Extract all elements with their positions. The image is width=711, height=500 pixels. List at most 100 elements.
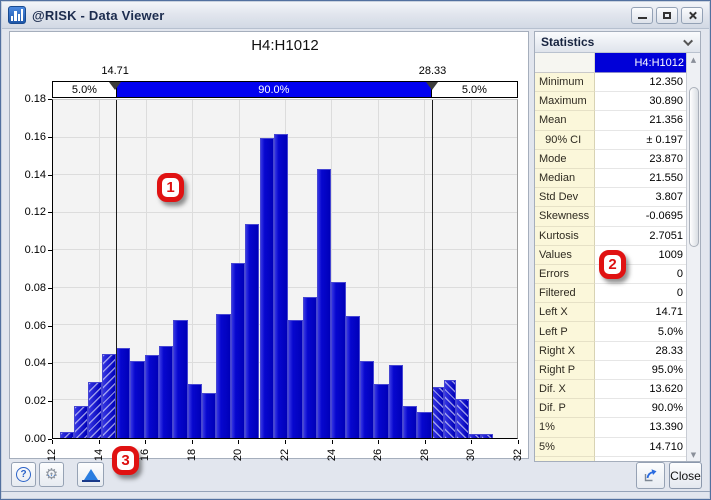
delimiter-value-label: 14.71 [101,65,129,77]
close-button-label: Close [670,469,701,483]
histogram-bar [360,361,374,438]
histogram-bar [456,399,468,438]
chevron-down-icon [683,36,693,46]
delimiter-handle-icon[interactable] [426,82,438,90]
minimize-button[interactable] [631,7,653,24]
stat-value: -0.0695 [595,207,688,226]
histogram-bar [74,406,88,438]
plot-area [52,99,518,439]
stats-row: Kurtosis2.7051 [535,227,688,246]
stat-label: 5% [535,438,595,457]
x-tick-label: 16 [139,449,151,461]
stat-value: 2.7051 [595,227,688,246]
stat-label: Median [535,169,595,188]
maximize-icon [663,12,671,19]
stat-label: Filtered [535,284,595,303]
minimize-icon [638,17,647,19]
stats-row: Mode23.870 [535,150,688,169]
x-tick-label: 20 [232,449,244,461]
stat-label: 10% [535,457,595,461]
histogram-bar [288,320,302,438]
histogram-bar [116,348,130,438]
histogram-bar [317,169,331,438]
histogram-bar [102,354,116,439]
app-histogram-icon [8,6,26,24]
histogram-bar [331,282,345,438]
stat-value: 28.33 [595,342,688,361]
y-axis-labels: 0.000.020.040.060.080.100.120.140.160.18 [10,99,48,439]
stats-row: 90% CI± 0.197 [535,131,688,150]
stat-value: 14.71 [595,303,688,322]
stats-row: Dif. P90.0% [535,399,688,418]
stat-value: 13.390 [595,418,688,437]
scroll-up-icon[interactable]: ▲ [687,53,700,66]
stat-label: 1% [535,418,595,437]
x-tick-label: 28 [419,449,431,461]
y-tick-label: 0.10 [25,244,46,256]
stat-label: Errors [535,265,595,284]
stat-value: 95.0% [595,361,688,380]
close-window-button[interactable] [681,7,703,24]
maximize-button[interactable] [656,7,678,24]
stat-label: Right P [535,361,595,380]
histogram-bar [403,406,417,438]
histogram-bar [303,297,317,438]
statistics-dropdown-label: Statistics [541,35,594,49]
histogram-bar [60,432,74,438]
distribution-icon [82,468,100,482]
stats-row: Left X14.71 [535,303,688,322]
stat-value: 90.0% [595,399,688,418]
distribution-chart-button[interactable] [77,462,104,487]
stats-scrollbar[interactable]: ▲ ▼ [686,53,700,461]
x-tick-label: 14 [93,449,105,461]
histogram-bar [159,346,173,438]
y-tick-label: 0.00 [25,433,46,445]
stat-value: 21.550 [595,169,688,188]
histogram-bar [216,314,230,438]
y-tick-label: 0.04 [25,357,46,369]
stat-value: 23.870 [595,150,688,169]
y-tick-label: 0.16 [25,131,46,143]
stat-label: Minimum [535,73,595,92]
delimiter-line[interactable] [432,100,433,438]
histogram-bar [469,434,481,438]
statistics-dropdown[interactable]: Statistics [535,32,700,53]
histogram-bar [481,434,493,438]
delimiter-handle-icon[interactable] [109,82,121,90]
histogram-bar [346,316,360,438]
stats-row: Filtered0 [535,284,688,303]
histogram-bar [374,384,388,438]
stats-row: Left P5.0% [535,322,688,341]
probability-band: 5.0% [432,82,517,97]
export-icon [642,467,659,484]
stats-row: Skewness-0.0695 [535,207,688,226]
risk-data-viewer-window: @RISK - Data Viewer H4:H1012 5.0%90.0%5.… [0,0,711,500]
stat-label: 90% CI [535,131,595,150]
histogram-bar [260,138,274,438]
gear-icon: ⚙... [45,467,58,482]
probability-band-bar: 5.0%90.0%5.0% [52,81,518,98]
stat-value: 16.030 [595,457,688,461]
stat-value: 14.710 [595,438,688,457]
export-button[interactable] [636,462,665,489]
stat-value: 30.890 [595,92,688,111]
x-tick-label: 26 [372,449,384,461]
scroll-down-icon[interactable]: ▼ [687,448,700,461]
settings-button[interactable]: ⚙... [39,462,64,487]
histogram-bar [145,355,159,438]
y-tick-label: 0.14 [25,169,46,181]
histogram-bar [202,393,216,438]
stats-row: Std Dev3.807 [535,188,688,207]
scrollbar-thumb[interactable] [689,87,699,247]
stats-column-header: H4:H1012 [595,53,688,73]
close-button[interactable]: Close [669,462,702,489]
help-icon: ? [16,467,31,482]
histogram-bar [444,380,456,438]
window-title: @RISK - Data Viewer [32,8,165,23]
help-button[interactable]: ? [11,462,36,487]
stat-label: Kurtosis [535,227,595,246]
histogram-bar [173,320,187,438]
y-tick-label: 0.06 [25,320,46,332]
stats-row: Right P95.0% [535,361,688,380]
delimiter-line[interactable] [116,100,117,438]
